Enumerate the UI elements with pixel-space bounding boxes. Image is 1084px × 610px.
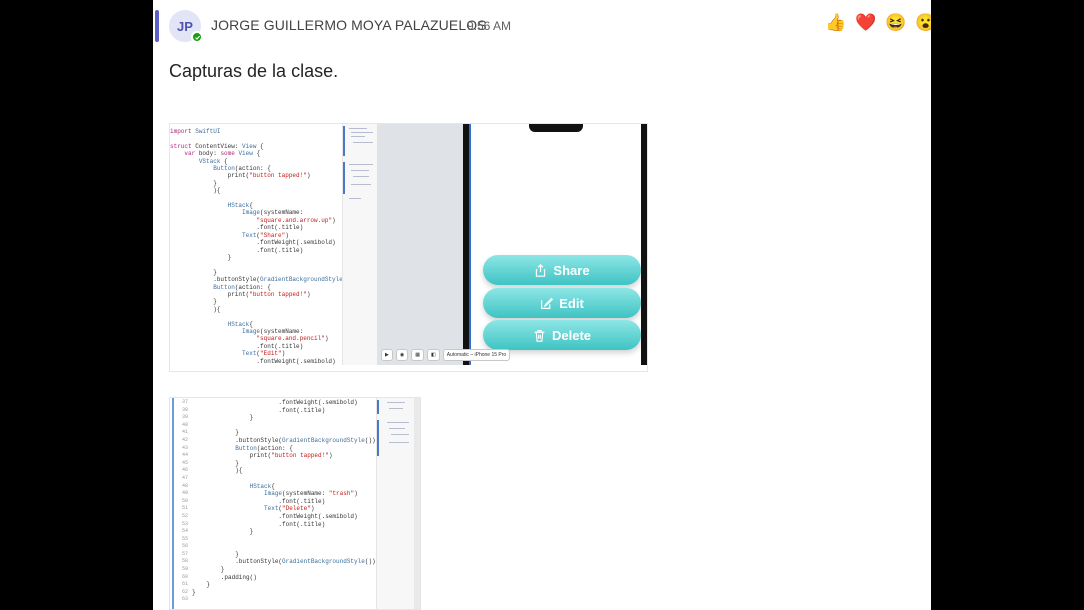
device-settings-icon[interactable]: ◧ bbox=[426, 349, 440, 361]
code-line: Text("Delete") bbox=[264, 505, 315, 513]
message-timestamp: 9:56 AM bbox=[467, 19, 512, 33]
iphone-frame: Share Edit Delete bbox=[463, 124, 647, 365]
code-line: .buttonStyle(GradientBackgroundStyle()) bbox=[170, 276, 353, 284]
like-reaction-icon[interactable]: 👍 bbox=[825, 12, 847, 34]
preview-delete-button: Delete bbox=[483, 320, 641, 350]
code-line: HStack{ bbox=[249, 482, 275, 490]
code-line: .font(.title) bbox=[192, 406, 326, 414]
code-line: HStack{ bbox=[227, 320, 253, 328]
code-minimap-2 bbox=[376, 398, 414, 609]
change-bar bbox=[172, 398, 174, 609]
selectable-icon[interactable]: ◉ bbox=[395, 349, 409, 361]
code-line: HStack{ bbox=[227, 202, 253, 210]
code-line: print("button tapped!") bbox=[170, 290, 311, 298]
canvas-preview: Share Edit Delete ▶ ◉ ▦ ◧ Automatic – iP… bbox=[377, 124, 647, 365]
code-line: Text("Share") bbox=[242, 231, 289, 239]
code-line: } bbox=[192, 528, 254, 536]
code-line: .buttonStyle(GradientBackgroundStyle()) bbox=[192, 436, 376, 444]
code-line: ){ bbox=[170, 187, 221, 195]
code-line: } bbox=[192, 566, 225, 574]
code-line: } bbox=[192, 459, 239, 467]
sender-name[interactable]: JORGE GUILLERMO MOYA PALAZUELOS bbox=[211, 17, 487, 33]
code-line: Image(systemName: bbox=[242, 327, 304, 335]
code-line: ){ bbox=[192, 467, 243, 475]
code-line: .buttonStyle(GradientBackgroundStyle()) bbox=[192, 558, 376, 566]
code-line: } bbox=[192, 414, 254, 422]
code-line: .font(.title) bbox=[170, 342, 304, 350]
code-line: ){ bbox=[170, 305, 221, 313]
code-line: .font(.title) bbox=[170, 246, 304, 254]
right-black-margin bbox=[931, 0, 1084, 610]
preview-edit-button: Edit bbox=[483, 288, 641, 318]
code-line: } bbox=[170, 253, 232, 261]
dynamic-island bbox=[529, 124, 583, 132]
code-line: Button(action: { bbox=[235, 444, 293, 452]
image-attachment-1[interactable]: import SwiftUI struct ContentView: View … bbox=[169, 123, 648, 372]
device-selector[interactable]: Automatic – iPhone 15 Pro bbox=[442, 349, 511, 361]
preview-share-button: Share bbox=[483, 255, 641, 285]
code-line: } bbox=[192, 429, 239, 437]
square-pencil-icon bbox=[541, 297, 554, 309]
message-text: Capturas de la clase. bbox=[169, 61, 339, 81]
code-line: .font(.title) bbox=[170, 224, 304, 232]
code-line: .font(.title) bbox=[192, 520, 326, 528]
code-line: Image(systemName: bbox=[242, 209, 304, 217]
iphone-screen: Share Edit Delete bbox=[469, 124, 641, 365]
code-line: } bbox=[192, 581, 211, 589]
code-line: .fontWeight(.semibold) bbox=[170, 239, 336, 247]
heart-reaction-icon[interactable]: ❤️ bbox=[855, 12, 877, 34]
play-icon[interactable]: ▶ bbox=[381, 349, 393, 361]
image-attachment-2[interactable]: 37 38 39 40 41 42 43 44 45 46 47 48 49 50 51 52 53 54 55 56… bbox=[169, 397, 421, 610]
code-line: "square.and.pencil") bbox=[256, 335, 329, 343]
message-accent-bar bbox=[155, 10, 159, 42]
code-editor-snippet-2: .fontWeight(.semibold) .font(.title) } }… bbox=[192, 399, 376, 604]
code-line: .padding() bbox=[192, 573, 257, 581]
preview-toolbar: ▶ ◉ ▦ ◧ Automatic – iPhone 15 Pro bbox=[381, 349, 511, 361]
scrollbar-track[interactable] bbox=[414, 398, 420, 609]
presence-available-icon bbox=[191, 31, 203, 43]
code-line: struct ContentView: View { bbox=[170, 142, 264, 150]
code-line: var body: some View { bbox=[184, 150, 261, 158]
code-line: VStack { bbox=[198, 157, 228, 165]
left-black-margin bbox=[0, 0, 153, 610]
trash-icon bbox=[534, 329, 545, 342]
code-editor-snippet: import SwiftUI struct ContentView: View … bbox=[170, 128, 354, 365]
code-line: .fontWeight(.semibold) bbox=[170, 357, 336, 365]
reaction-bar: 👍 ❤️ 😆 😮 bbox=[825, 12, 931, 34]
chat-message-card: JP JORGE GUILLERMO MOYA PALAZUELOS 9:56 … bbox=[153, 0, 931, 610]
code-line: print("button tapped!") bbox=[170, 172, 311, 180]
code-line: } bbox=[170, 179, 217, 187]
share-icon bbox=[536, 263, 546, 277]
code-line: Image(systemName: "trash") bbox=[264, 490, 358, 498]
code-line: .fontWeight(.semibold) bbox=[192, 512, 358, 520]
variants-icon[interactable]: ▦ bbox=[411, 349, 424, 361]
code-line: .fontWeight(.semibold) bbox=[192, 399, 358, 406]
code-line: Button(action: { bbox=[213, 165, 271, 173]
code-line: } bbox=[170, 298, 217, 306]
code-line: "square.and.arrow.up") bbox=[256, 216, 336, 224]
surprised-reaction-icon[interactable]: 😮 bbox=[915, 12, 931, 34]
code-line: } bbox=[170, 268, 217, 276]
code-minimap bbox=[342, 124, 377, 365]
laugh-reaction-icon[interactable]: 😆 bbox=[885, 12, 907, 34]
code-line: } bbox=[192, 550, 239, 558]
code-line: .font(.title) bbox=[192, 497, 326, 505]
code-line: Text("Edit") bbox=[242, 350, 286, 358]
code-line: print("button tapped!") bbox=[192, 452, 333, 460]
code-line: import SwiftUI bbox=[170, 128, 221, 135]
code-line: } bbox=[192, 588, 196, 596]
code-line: Button(action: { bbox=[213, 283, 271, 291]
